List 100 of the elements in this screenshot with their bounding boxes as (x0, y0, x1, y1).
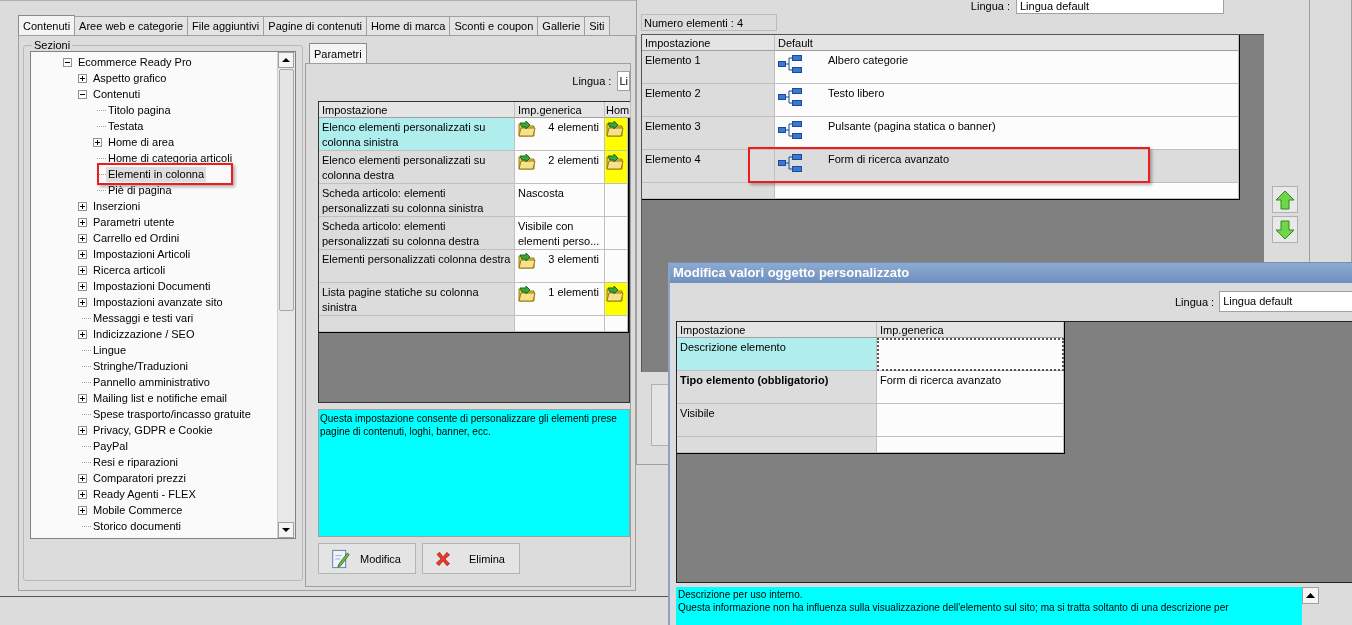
scroll-thumb[interactable] (279, 69, 294, 311)
tree-item[interactable]: Indicizzazione / SEO (91, 326, 197, 342)
tree-item[interactable]: Elementi in colonna (106, 166, 206, 182)
edit-button[interactable]: Modifica (318, 543, 416, 574)
tree-item[interactable]: Impostazioni Documenti (91, 278, 213, 294)
expand-icon[interactable] (78, 217, 87, 227)
expand-icon[interactable] (93, 137, 102, 147)
scroll-up-icon[interactable] (1302, 587, 1319, 604)
tree-item[interactable]: Ready Agenti - FLEX (91, 486, 198, 502)
value-cell[interactable] (605, 217, 628, 250)
tree-item[interactable]: Aspetto grafico (91, 70, 169, 86)
tab[interactable]: File aggiuntivi (187, 16, 265, 35)
scroll-up-icon[interactable] (278, 52, 294, 68)
tab[interactable]: Sconti e coupon (449, 16, 539, 35)
value-cell[interactable] (877, 404, 1064, 437)
value-cell[interactable]: 1 elementi (515, 283, 605, 316)
value-cell[interactable] (605, 151, 628, 184)
tree-item[interactable]: Resi e riparazioni (91, 454, 180, 470)
tree-item[interactable]: Stringhe/Traduzioni (91, 358, 190, 374)
value-cell[interactable] (605, 250, 628, 283)
expand-icon[interactable] (78, 201, 87, 211)
tree-item[interactable]: Mobile Commerce (91, 502, 185, 518)
setting-cell[interactable]: Elenco elementi personalizzati su colonna destra (319, 151, 515, 184)
tree-item[interactable]: Piè di pagina (106, 182, 174, 198)
tree-item[interactable]: Titolo pagina (106, 102, 173, 118)
expand-icon[interactable] (78, 425, 87, 435)
value-cell[interactable]: Albero categorie (775, 51, 1239, 84)
setting-cell[interactable]: Elenco elementi personalizzati su colonna sinistra (319, 118, 515, 151)
language-dropdown[interactable]: Lingua default (1016, 0, 1224, 14)
tree-item[interactable]: Ecommerce Ready Pro (76, 54, 194, 70)
value-cell[interactable]: 3 elementi (515, 250, 605, 283)
folder-icon (606, 153, 624, 170)
tab[interactable]: Aree web e categorie (74, 16, 189, 35)
language-dropdown[interactable]: Li (617, 71, 630, 91)
value-cell[interactable]: Form di ricerca avanzato (877, 371, 1064, 404)
collapse-icon[interactable] (63, 57, 72, 67)
tree-item[interactable]: Impostazioni Articoli (91, 246, 193, 262)
language-dropdown[interactable]: Lingua default (1219, 291, 1352, 312)
tree-item[interactable]: Contenuti (91, 86, 143, 102)
tree-item[interactable]: Home di categoria articoli (106, 150, 235, 166)
expand-icon[interactable] (78, 329, 87, 339)
setting-cell[interactable]: Scheda articolo: elementi personalizzati su colonna sinistra (319, 184, 515, 217)
tab[interactable]: Parametri (309, 43, 367, 63)
expand-icon[interactable] (78, 281, 87, 291)
value-cell[interactable] (605, 118, 628, 151)
expand-icon[interactable] (78, 473, 87, 483)
value-cell[interactable]: Nascosta (515, 184, 605, 217)
value-cell[interactable]: Pulsante (pagina statica o banner) (775, 117, 1239, 150)
value-cell[interactable]: Testo libero (775, 84, 1239, 117)
tree-item[interactable]: Testata (106, 118, 146, 134)
value-cell[interactable]: 4 elementi (515, 118, 605, 151)
setting-cell[interactable]: Elementi personalizzati colonna destra (319, 250, 515, 283)
setting-cell: Elemento 4 (642, 150, 775, 183)
tree-item[interactable]: Ricerca articoli (91, 262, 168, 278)
tab[interactable]: Home di marca (365, 16, 451, 35)
tab[interactable]: Gallerie (537, 16, 586, 35)
tree-item[interactable]: Storico documenti (91, 518, 184, 534)
expand-icon[interactable] (78, 489, 87, 499)
expand-icon[interactable] (78, 393, 87, 403)
tree-item[interactable]: Impostazioni avanzate sito (91, 294, 225, 310)
tree-item[interactable]: Parametri utente (91, 214, 177, 230)
tree-item[interactable]: Privacy, GDPR e Cookie (91, 422, 215, 438)
expand-icon[interactable] (78, 73, 87, 83)
scroll-down-icon[interactable] (278, 522, 294, 538)
tree-item[interactable]: Spese trasporto/incasso gratuite (91, 406, 253, 422)
tree-item[interactable]: Pannello amministrativo (91, 374, 212, 390)
tab[interactable]: Pagine di contenuti (263, 16, 367, 35)
setting-cell[interactable]: Descrizione elemento (677, 338, 877, 371)
tab[interactable]: Contenuti (18, 15, 76, 35)
tree-item[interactable]: Mailing list e notifiche email (91, 390, 229, 406)
setting-cell[interactable]: Tipo elemento (obbligatorio) (677, 371, 877, 404)
folder-icon (518, 285, 536, 302)
tree-item[interactable]: Comparatori prezzi (91, 470, 188, 486)
tree-item[interactable]: Lingue (91, 342, 129, 358)
tree-item[interactable]: Home di area (106, 134, 177, 150)
expand-icon[interactable] (78, 265, 87, 275)
tree-item[interactable]: Inserzioni (91, 198, 143, 214)
collapse-icon[interactable] (78, 89, 87, 99)
setting-cell[interactable]: Lista pagine statiche su colonna sinistra (319, 283, 515, 316)
expand-icon[interactable] (78, 249, 87, 259)
value-cell[interactable]: 2 elementi (515, 151, 605, 184)
scrollbar[interactable] (277, 52, 295, 538)
value-cell[interactable] (877, 338, 1064, 371)
tree-item[interactable]: PayPal (91, 438, 130, 454)
expand-icon[interactable] (78, 505, 87, 515)
expand-icon[interactable] (78, 297, 87, 307)
value-cell[interactable]: Form di ricerca avanzato (775, 150, 1239, 183)
tree-item[interactable]: Messaggi e testi vari (91, 310, 196, 326)
setting-cell[interactable]: Scheda articolo: elementi personalizzati su colonna destra (319, 217, 515, 250)
move-up-button[interactable] (1272, 186, 1298, 213)
value-cell[interactable] (605, 184, 628, 217)
hierarchy-icon (778, 55, 802, 73)
tree-item[interactable]: Carrello ed Ordini (91, 230, 182, 246)
description-text: Descrizione per uso interno. Questa informazione non ha influenza sulla visualizzazione dell'elemento sul sito; ma si tratta soltanto di una descrizione per (676, 587, 1302, 625)
move-down-button[interactable] (1272, 216, 1298, 243)
setting-cell[interactable]: Visibile (677, 404, 877, 437)
value-cell[interactable] (605, 283, 628, 316)
expand-icon[interactable] (78, 233, 87, 243)
tab[interactable]: Siti (584, 16, 610, 35)
delete-button[interactable]: Elimina (422, 543, 520, 574)
